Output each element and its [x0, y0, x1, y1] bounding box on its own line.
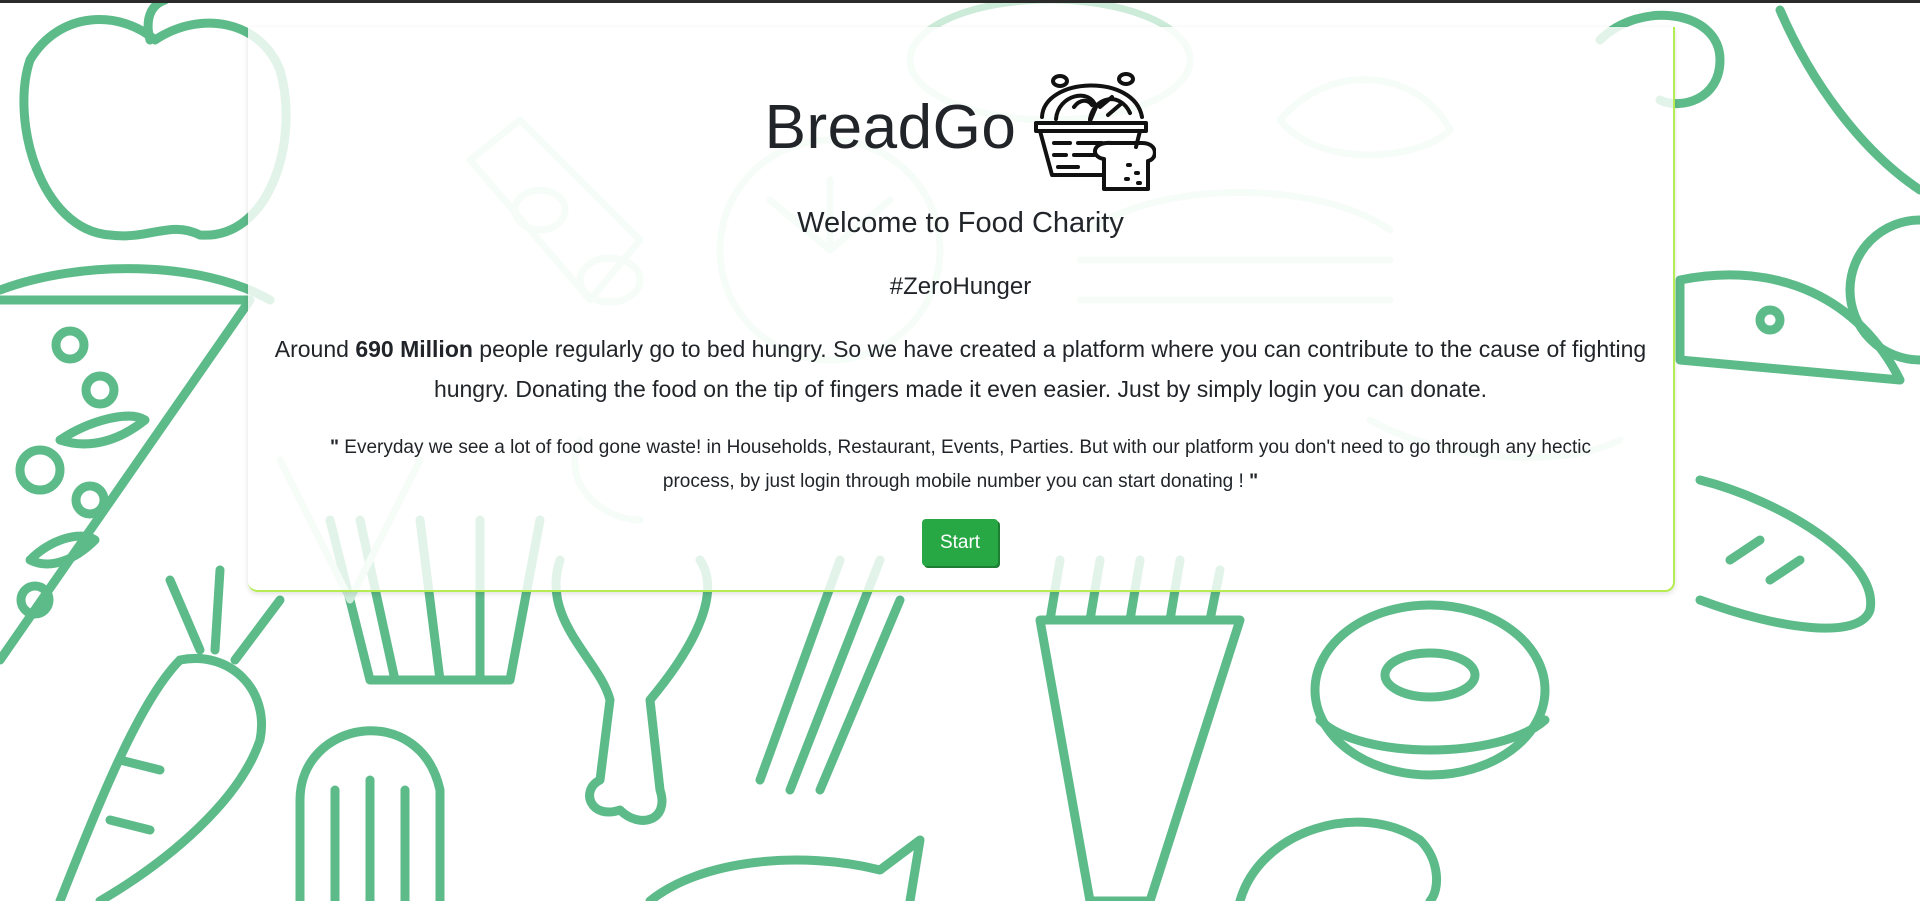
greens-doodle — [755, 555, 905, 795]
welcome-card: BreadGo Welcome to Food Charity #ZeroHun… — [248, 27, 1675, 592]
baguette-doodle — [1695, 475, 1876, 633]
quote-open-mark: " — [329, 437, 339, 458]
fish-doodle — [645, 835, 925, 901]
donut-doodle — [1310, 600, 1550, 780]
brand-title: BreadGo — [764, 93, 1017, 162]
hashtag: #ZeroHunger — [889, 273, 1032, 300]
quote-close-mark: " — [1249, 471, 1259, 492]
quote-text: Everyday we see a lot of food gone waste… — [339, 437, 1592, 492]
carrot-doodle — [55, 565, 285, 901]
start-button[interactable]: Start — [922, 519, 998, 566]
apple-doodle — [19, 0, 291, 241]
welcome-heading: Welcome to Food Charity — [797, 207, 1124, 239]
top-rule — [0, 0, 1920, 3]
tomato-doodle — [1845, 215, 1920, 365]
mission-stat: 690 Million — [355, 336, 473, 362]
mission-paragraph: Around 690 Million people regularly go t… — [268, 329, 1653, 409]
mission-suffix: people regularly go to bed hungry. So we… — [433, 336, 1647, 402]
drumstick-doodle — [551, 555, 713, 825]
fries-doodle — [1035, 555, 1245, 901]
brand-row: BreadGo — [248, 60, 1673, 195]
pizza-doodle — [0, 264, 275, 665]
popsicle-doodle — [295, 726, 445, 901]
bun-doodle — [1235, 817, 1442, 901]
bread-basket-icon — [1030, 67, 1158, 195]
cheese-doodle — [1675, 270, 1905, 385]
quote-block: " Everyday we see a lot of food gone was… — [298, 431, 1623, 499]
mission-prefix: Around — [274, 336, 356, 362]
